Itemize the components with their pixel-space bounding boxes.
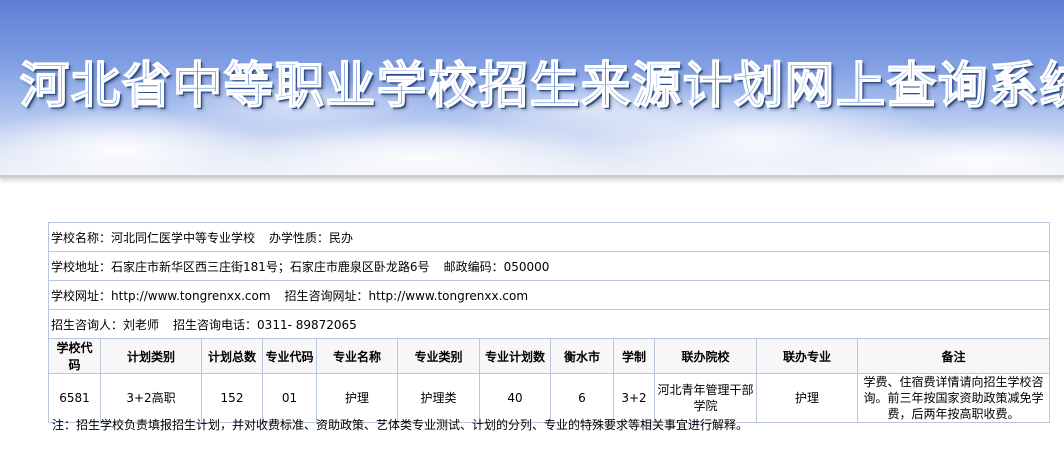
column-header: 联办专业 [756,338,858,374]
site-title: 河北省中等职业学校招生来源计划网上查询系统 [19,56,1064,115]
column-header: 备注 [856,338,1051,374]
school-address-row: 学校地址：石家庄市新华区西三庄街181号；石家庄市鹿泉区卧龙路6号 邮政编码：05… [47,251,1051,281]
consult-site-link[interactable]: http://www.tongrenxx.com [369,289,529,303]
contact-name: 刘老师 [123,317,160,332]
phone-label: 招生咨询电话： [173,317,258,332]
school-info-table: 学校名称：河北同仁医学中等专业学校 办学性质：民办 学校地址：石家庄市新华区西三庄… [47,222,1051,423]
contact-label: 招生咨询人： [51,317,124,332]
column-header: 计划总数 [201,338,263,374]
school-address: 石家庄市新华区西三庄街181号；石家庄市鹿泉区卧龙路6号 [111,259,430,274]
postcode-label: 邮政编码： [443,259,504,274]
column-header: 学制 [613,338,655,374]
school-address-label: 学校地址： [51,259,112,274]
column-header: 专业计划数 [479,338,551,374]
column-header: 专业代码 [262,338,317,374]
phone-number: 0311- 89872065 [257,317,357,332]
school-website-row: 学校网址：http://www.tongrenxx.com 招生咨询网址：http… [47,280,1051,310]
column-header: 专业类别 [397,338,480,374]
table-cell: 护理 [756,373,858,423]
school-name-row: 学校名称：河北同仁医学中等专业学校 办学性质：民办 [47,222,1051,252]
plan-table-header: 学校代码 计划类别 计划总数 专业代码 专业名称 专业类别 专业计划数 衡水市 … [48,338,1051,374]
column-header: 联办院校 [654,338,757,374]
column-header: 专业名称 [316,338,398,374]
column-header: 学校代码 [48,338,101,374]
column-header: 计划类别 [100,338,202,374]
school-type-label: 办学性质： [269,230,330,245]
consult-site-label: 招生咨询网址： [284,288,369,303]
column-header: 衡水市 [550,338,614,374]
footnote: 注：招生学校负责填报招生计划，并对收费标准、资助政策、艺体类专业测试、计划的分列… [52,418,749,432]
remark-cell: 学费、住宿费详情请向招生学校咨询。前三年按国家资助政策减免学费，后两年按高职收费… [856,373,1051,423]
school-name-label: 学校名称： [51,230,112,245]
header-banner: 河北省中等职业学校招生来源计划网上查询系统 [0,0,1064,178]
school-type: 民办 [329,230,354,245]
postcode: 050000 [503,259,550,274]
school-name: 河北同仁医学中等专业学校 [111,230,256,245]
school-contact-row: 招生咨询人：刘老师 招生咨询电话：0311- 89872065 [47,309,1051,339]
website-label: 学校网址： [51,288,112,303]
website-link[interactable]: http://www.tongrenxx.com [111,289,271,303]
